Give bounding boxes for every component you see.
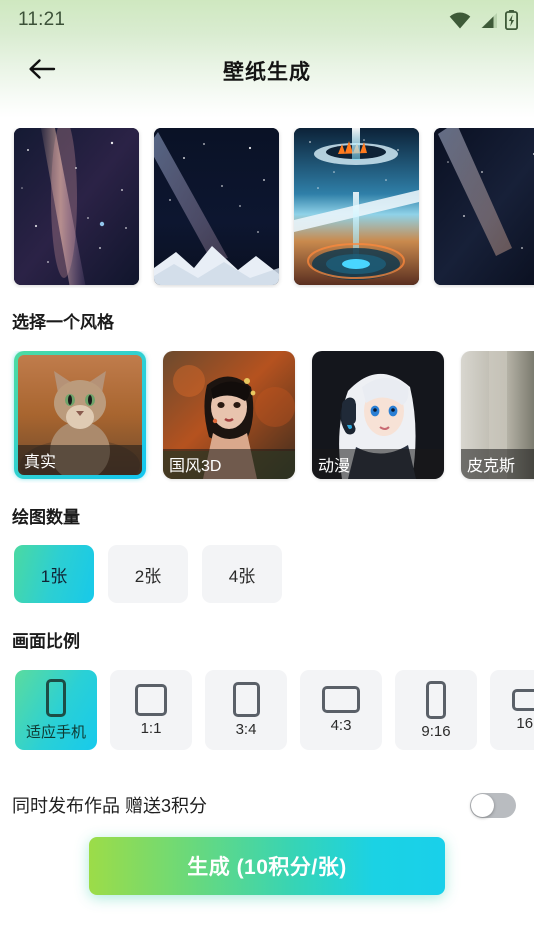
ratio-option-label: 9:16 [421,722,451,740]
nav-bar: 壁纸生成 [0,40,534,102]
portrait-shape-icon [232,682,260,717]
count-option-chip[interactable]: 1张 [14,545,94,603]
status-bar-icons [449,10,518,30]
style-option-card[interactable]: 国风3D [163,351,295,479]
tall-portrait-shape-icon [426,680,446,719]
landscape-shape-icon [322,686,360,713]
style-option-card[interactable]: 动漫 [312,351,444,479]
page-title: 壁纸生成 [223,61,311,84]
header-background: 11:21 壁纸生成 [0,0,534,118]
wallpaper-generator-screen: 11:21 壁纸生成 选择一个风格 真实 国风3D 动漫 皮克斯 绘图数量 1张… [0,0,534,951]
style-option-card[interactable]: 皮克斯 [461,351,534,479]
phone-shape-icon [46,678,66,717]
ratio-option-label: 3:4 [235,721,257,738]
status-bar: 11:21 [0,0,534,40]
back-arrow-icon [28,57,56,86]
wallpaper-preview-card[interactable] [14,128,139,285]
ratio-option-card[interactable]: 4:3 [300,670,382,750]
publish-toggle-label: 同时发布作品 赠送3积分 [12,796,208,816]
publish-toggle-switch[interactable] [470,792,516,818]
status-bar-time: 11:21 [18,9,66,30]
style-option-label: 真实 [18,445,142,475]
ratio-option-card[interactable]: 1:1 [110,670,192,750]
style-option-label: 皮克斯 [461,449,534,479]
count-options-row[interactable]: 1张 2张 4张 [14,545,282,603]
ratio-option-label: 16:9 [516,714,534,732]
wallpaper-preview-card[interactable] [294,128,419,285]
wide-landscape-shape-icon [512,688,534,711]
wifi-icon [449,12,471,29]
toggle-knob [471,793,494,817]
battery-charging-icon [505,10,518,30]
style-thumbnail: 皮克斯 [461,351,534,479]
style-option-card[interactable]: 真实 [14,351,146,479]
ratio-section-title: 画面比例 [12,632,80,651]
count-section-title: 绘图数量 [12,508,80,527]
ratio-option-label: 1:1 [140,719,162,737]
ratio-option-label: 适应手机 [25,723,86,741]
ratio-option-card[interactable]: 适应手机 [15,670,97,750]
ratio-option-label: 4:3 [330,717,352,734]
ratio-option-card[interactable]: 9:16 [395,670,477,750]
wallpaper-gallery[interactable] [0,128,534,288]
style-thumbnail: 国风3D [163,351,295,479]
style-thumbnail: 真实 [18,355,142,475]
generate-button[interactable]: 生成 (10积分/张) [89,837,445,895]
publish-toggle-row: 同时发布作品 赠送3积分 [12,792,516,818]
ratio-option-card[interactable]: 16:9 [490,670,534,750]
style-options-row[interactable]: 真实 国风3D 动漫 皮克斯 [0,351,534,483]
count-option-chip[interactable]: 4张 [202,545,282,603]
wallpaper-preview-card[interactable] [434,128,534,285]
style-option-label: 国风3D [163,449,295,479]
style-option-label: 动漫 [312,449,444,479]
wallpaper-preview-card[interactable] [154,128,279,285]
back-button[interactable] [22,51,62,91]
signal-icon [478,12,498,29]
style-section-title: 选择一个风格 [12,313,114,332]
count-option-chip[interactable]: 2张 [108,545,188,603]
ratio-option-card[interactable]: 3:4 [205,670,287,750]
ratio-options-row[interactable]: 适应手机 1:1 3:4 4:3 9:16 16:9 [0,670,534,752]
square-shape-icon [135,683,167,716]
style-thumbnail: 动漫 [312,351,444,479]
